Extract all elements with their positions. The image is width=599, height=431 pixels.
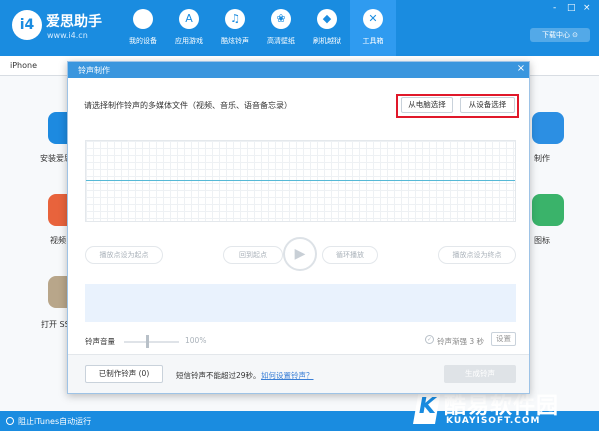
watermark-k-icon: K xyxy=(413,390,441,424)
dialog-title-bar: 铃声制作 × xyxy=(68,62,529,78)
generate-ringtone-button[interactable]: 生成铃声 xyxy=(444,365,516,383)
nav-wallpapers[interactable]: ❀ 高清壁纸 xyxy=(258,0,304,56)
tools-icon: ✕ xyxy=(363,9,383,29)
nav-label: 应用游戏 xyxy=(175,37,203,45)
set-start-button[interactable]: 播放点设为起点 xyxy=(85,246,163,264)
fade-in-checkbox[interactable]: ✓ xyxy=(425,335,434,344)
bell-icon: ♫ xyxy=(225,9,245,29)
watermark-domain: KUAYISOFT.COM xyxy=(446,416,541,426)
maximize-button[interactable]: □ xyxy=(567,3,576,13)
back-to-start-button[interactable]: 回到起点 xyxy=(223,246,283,264)
set-end-button[interactable]: 播放点设为终点 xyxy=(438,246,516,264)
ringtone-maker-dialog: 铃声制作 × 请选择制作铃声的多媒体文件（视频、音乐、语音备忘录） 从电脑选择 … xyxy=(67,61,530,394)
block-itunes-autorun[interactable]: 阻止iTunes自动运行 xyxy=(18,416,91,427)
nav-my-device[interactable]: 我的设备 xyxy=(120,0,166,56)
tool-label: 制作 xyxy=(534,154,550,163)
tool-label: 视频 xyxy=(50,236,66,245)
block-icon xyxy=(6,417,14,425)
main-nav: 我的设备 A 应用游戏 ♫ 酷炫铃声 ❀ 高清壁纸 ◆ 刷机越狱 ✕ 工具箱 xyxy=(120,0,396,56)
nav-toolbox[interactable]: ✕ 工具箱 xyxy=(350,0,396,56)
waveform-area[interactable] xyxy=(85,140,516,222)
nav-label: 高清壁纸 xyxy=(267,37,295,45)
waveform-baseline xyxy=(86,180,515,181)
app-url: www.i4.cn xyxy=(47,31,88,40)
select-file-hint: 请选择制作铃声的多媒体文件（视频、音乐、语音备忘录） xyxy=(84,101,292,110)
nav-label: 酷炫铃声 xyxy=(221,37,249,45)
nav-label: 工具箱 xyxy=(362,37,384,45)
play-icon[interactable]: ▶ xyxy=(283,237,317,271)
icon-tool-icon[interactable] xyxy=(532,194,564,226)
volume-slider-handle[interactable] xyxy=(146,335,149,348)
tool-label: 打开 SS xyxy=(41,320,70,329)
selection-strip xyxy=(85,284,516,322)
nav-ringtones[interactable]: ♫ 酷炫铃声 xyxy=(212,0,258,56)
download-center-button[interactable]: 下载中心 ⊙ xyxy=(530,28,590,42)
apple-icon xyxy=(133,9,153,29)
select-from-device-button[interactable]: 从设备选择 xyxy=(460,97,515,113)
tab-iphone[interactable]: iPhone xyxy=(10,61,37,70)
minimize-button[interactable]: - xyxy=(553,3,556,13)
top-bar: i4 爱思助手 www.i4.cn 我的设备 A 应用游戏 ♫ 酷炫铃声 ❀ 高… xyxy=(0,0,599,56)
fade-settings-button[interactable]: 设置 xyxy=(491,332,516,346)
loop-play-toggle[interactable]: 循环播放 xyxy=(322,246,378,264)
ringtone-tool-icon[interactable] xyxy=(532,112,564,144)
tool-label: 图标 xyxy=(534,236,550,245)
nav-flash-jailbreak[interactable]: ◆ 刷机越狱 xyxy=(304,0,350,56)
close-window-button[interactable]: × xyxy=(583,3,591,13)
dialog-footer: 已制作铃声 (0) 短信铃声不能超过29秒。 如何设置铃声？ 生成铃声 xyxy=(68,354,529,393)
how-to-set-link[interactable]: 如何设置铃声？ xyxy=(261,370,314,381)
sms-limit-note: 短信铃声不能超过29秒。 xyxy=(176,371,261,380)
volume-label: 铃声音量 xyxy=(85,337,115,346)
nav-label: 我的设备 xyxy=(129,37,157,45)
app-store-icon: A xyxy=(179,9,199,29)
volume-slider[interactable] xyxy=(124,341,179,343)
flower-icon: ❀ xyxy=(271,9,291,29)
dialog-close-button[interactable]: × xyxy=(515,63,527,76)
box-icon: ◆ xyxy=(317,9,337,29)
app-logo-icon: i4 xyxy=(12,10,42,40)
volume-value: 100% xyxy=(185,336,207,345)
fade-in-label: 铃声渐强 3 秒 xyxy=(437,337,485,346)
select-from-pc-button[interactable]: 从电脑选择 xyxy=(401,97,453,113)
made-ringtones-button[interactable]: 已制作铃声 (0) xyxy=(85,365,163,383)
nav-label: 刷机越狱 xyxy=(313,37,341,45)
nav-apps-games[interactable]: A 应用游戏 xyxy=(166,0,212,56)
app-name: 爱思助手 xyxy=(46,14,102,30)
dialog-title: 铃声制作 xyxy=(78,66,110,75)
